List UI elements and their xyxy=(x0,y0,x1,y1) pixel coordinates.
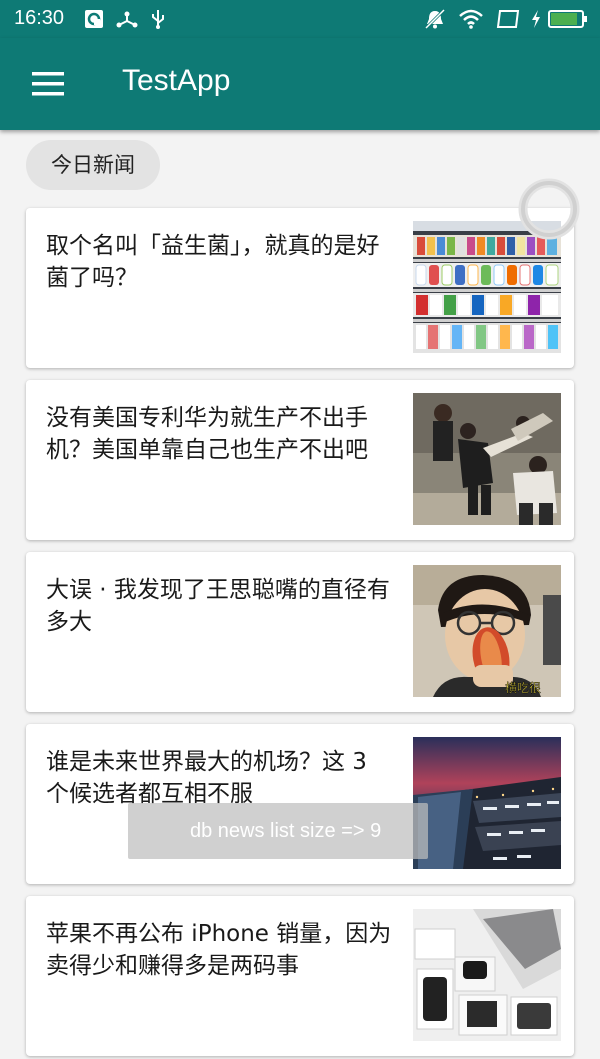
wifi-icon xyxy=(459,9,483,29)
refresh-spinner-icon xyxy=(518,178,580,240)
people-pulling-image xyxy=(413,393,561,525)
silent-bell-icon xyxy=(424,9,446,29)
supermarket-shelves-image xyxy=(413,221,561,353)
news-title: 取个名叫「益生菌」，就真的是好菌了吗？ xyxy=(46,233,380,291)
app-bar: TestApp xyxy=(0,38,600,130)
charging-icon xyxy=(532,10,540,28)
news-card[interactable]: 取个名叫「益生菌」，就真的是好菌了吗？ xyxy=(26,208,574,368)
news-card[interactable]: 大误 · 我发现了王思聪嘴的直径有多大 横吃很 xyxy=(26,552,574,712)
news-title: 苹果不再公布 iPhone 销量，因为卖得少和赚得多是两码事 xyxy=(46,921,392,979)
man-eating-hotdog-image: 横吃很 xyxy=(413,565,561,697)
toast-message: db news list size => 9 xyxy=(128,803,428,859)
app-title: TestApp xyxy=(122,64,231,97)
status-time: 16:30 xyxy=(14,7,65,29)
news-card[interactable]: 苹果不再公布 iPhone 销量，因为卖得少和赚得多是两码事 xyxy=(26,896,574,1056)
battery-icon xyxy=(548,10,587,28)
usb-share-icon xyxy=(116,11,138,28)
apple-products-image xyxy=(413,909,561,1041)
category-chip[interactable]: 今日新闻 xyxy=(26,140,160,190)
news-title: 谁是未来世界最大的机场？这 3 个候选者都互相不服 xyxy=(46,749,367,807)
sim-icon xyxy=(496,10,520,28)
notification-app-icon xyxy=(85,10,103,28)
news-title: 大误 · 我发现了王思聪嘴的直径有多大 xyxy=(46,577,390,635)
status-bar: 16:30 xyxy=(0,0,600,38)
news-card[interactable]: 没有美国专利华为就生产不出手机？美国单靠自己也生产不出吧 xyxy=(26,380,574,540)
airport-aerial-image xyxy=(413,737,561,869)
usb-icon xyxy=(152,10,164,29)
hamburger-menu-icon[interactable] xyxy=(24,66,72,102)
thumb-caption: 横吃很 xyxy=(505,681,541,695)
news-title: 没有美国专利华为就生产不出手机？美国单靠自己也生产不出吧 xyxy=(46,405,368,463)
